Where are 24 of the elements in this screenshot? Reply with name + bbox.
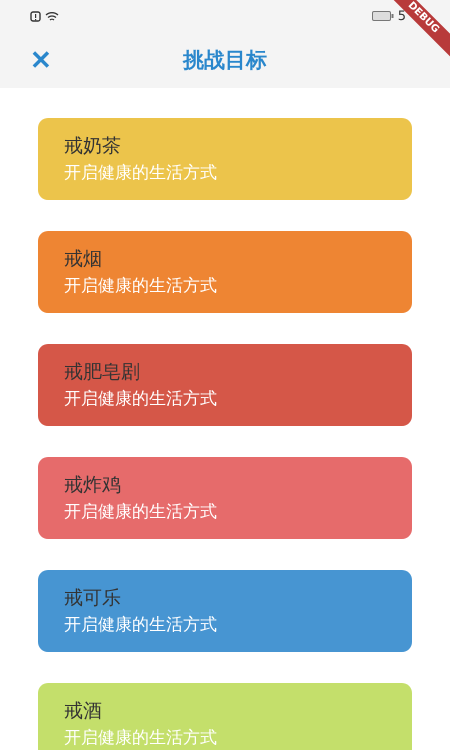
status-time: 5 bbox=[398, 8, 406, 24]
goal-title: 戒炸鸡 bbox=[64, 473, 122, 498]
goal-title: 戒可乐 bbox=[64, 586, 122, 611]
goal-card[interactable]: 戒烟 开启健康的生活方式 bbox=[38, 231, 412, 313]
goal-subtitle: 开启健康的生活方式 bbox=[64, 388, 218, 411]
goal-subtitle: 开启健康的生活方式 bbox=[64, 501, 218, 524]
close-button[interactable]: ✕ bbox=[30, 47, 52, 73]
goal-subtitle: 开启健康的生活方式 bbox=[64, 614, 218, 637]
battery-icon bbox=[372, 11, 394, 21]
goal-title: 戒肥皂剧 bbox=[64, 360, 141, 385]
page-title: 挑战目标 bbox=[183, 47, 267, 74]
goal-title: 戒酒 bbox=[64, 699, 103, 724]
goal-card[interactable]: 戒酒 开启健康的生活方式 bbox=[38, 683, 412, 750]
goal-card[interactable]: 戒奶茶 开启健康的生活方式 bbox=[38, 118, 412, 200]
goal-subtitle: 开启健康的生活方式 bbox=[64, 275, 218, 298]
alert-icon bbox=[30, 10, 41, 22]
wifi-icon bbox=[45, 10, 59, 22]
goal-card[interactable]: 戒可乐 开启健康的生活方式 bbox=[38, 570, 412, 652]
goal-title: 戒烟 bbox=[64, 247, 103, 272]
goal-card[interactable]: 戒肥皂剧 开启健康的生活方式 bbox=[38, 344, 412, 426]
goal-subtitle: 开启健康的生活方式 bbox=[64, 727, 218, 750]
goal-card[interactable]: 戒炸鸡 开启健康的生活方式 bbox=[38, 457, 412, 539]
goal-title: 戒奶茶 bbox=[64, 134, 122, 159]
goal-subtitle: 开启健康的生活方式 bbox=[64, 162, 218, 185]
